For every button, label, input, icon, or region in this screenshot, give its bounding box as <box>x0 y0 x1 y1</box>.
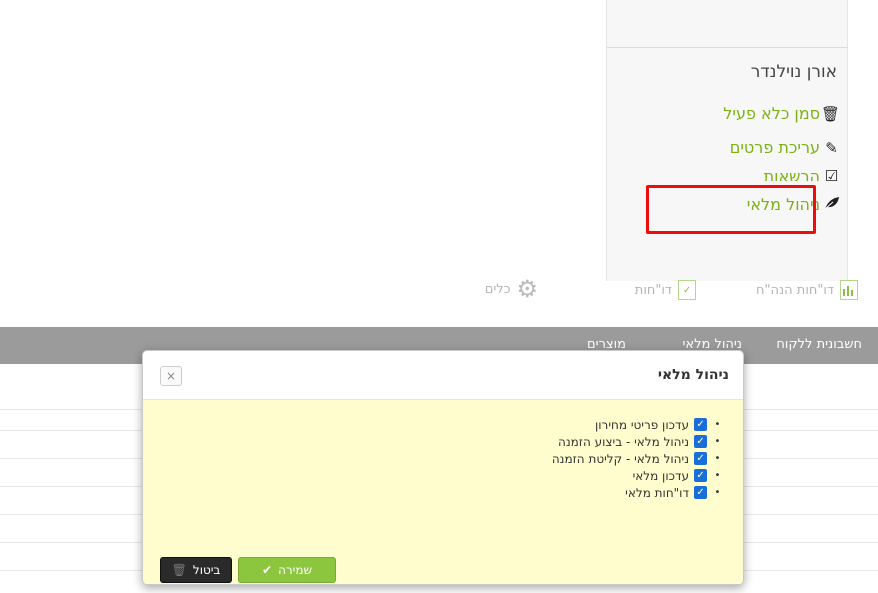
permission-checkbox[interactable]: ✓ <box>694 435 707 448</box>
list-item: • ✓ עדכון פריטי מחירון <box>552 416 723 433</box>
permission-checkbox[interactable]: ✓ <box>694 418 707 431</box>
checkmark-icon: ✔ <box>262 563 273 577</box>
save-button[interactable]: שמירה ✔ <box>238 557 336 583</box>
cancel-button[interactable]: ביטול 🗑 <box>160 557 232 583</box>
permission-checkbox[interactable]: ✓ <box>694 486 707 499</box>
menu-item-permissions[interactable]: ☑ הרשאות <box>764 167 840 181</box>
bullet-icon: • <box>714 436 721 447</box>
check-doc-icon: ✓ <box>678 280 696 300</box>
close-icon: × <box>165 369 177 383</box>
list-item: • ✓ ניהול מלאי - ביצוע הזמנה <box>552 433 723 450</box>
bullet-icon: • <box>714 487 721 498</box>
trash-icon: 🗑 <box>171 563 187 577</box>
checkbox-edit-icon: ☑ <box>824 167 839 181</box>
inventory-permissions-modal: ניהול מלאי × • ✓ עדכון פריטי מחירון • ✓ … <box>142 350 744 585</box>
menu-item-edit-details[interactable]: ✎ עריכת פרטים <box>730 138 840 157</box>
permission-label: ניהול מלאי - ביצוע הזמנה <box>558 434 689 449</box>
bar-chart-icon <box>840 280 858 300</box>
save-label: שמירה <box>278 563 313 577</box>
nav-item-customer-invoice[interactable]: חשבונית ללקוח <box>776 337 862 352</box>
permission-label: ניהול מלאי - קליטת הזמנה <box>551 451 689 466</box>
toolbar-tools[interactable]: ⚙ כלים <box>484 275 538 303</box>
toolbar-label: דו"חות הנה"ח <box>756 282 834 298</box>
toolbar-label: דו"חות <box>634 282 672 298</box>
menu-item-label: עריכת פרטים <box>729 138 820 157</box>
list-item: • ✓ עדכון מלאי <box>552 467 723 484</box>
list-item: • ✓ דו"חות מלאי <box>552 484 723 501</box>
leaf-icon <box>823 196 840 214</box>
edit-icon: ✎ <box>825 138 838 157</box>
user-name: אורן נוילנדר <box>750 62 837 82</box>
menu-item-mark-inactive[interactable]: 🗑 סמן כלא פעיל <box>723 104 840 123</box>
permission-checkbox[interactable]: ✓ <box>694 469 707 482</box>
bullet-icon: • <box>714 470 721 481</box>
modal-body: • ✓ עדכון פריטי מחירון • ✓ ניהול מלאי - … <box>143 400 743 584</box>
permission-label: עדכון מלאי <box>632 468 689 483</box>
menu-item-label: הרשאות <box>763 167 820 181</box>
menu-item-label: סמן כלא פעיל <box>723 104 820 123</box>
cancel-label: ביטול <box>192 563 221 577</box>
modal-title: ניהול מלאי <box>657 367 729 383</box>
list-item: • ✓ ניהול מלאי - קליטת הזמנה <box>552 450 723 467</box>
toolbar-reports[interactable]: ✓ דו"חות <box>635 280 696 300</box>
highlight-box <box>646 185 816 234</box>
toolbar-accounting-reports[interactable]: דו"חות הנה"ח <box>756 280 858 300</box>
bullet-icon: • <box>714 419 721 430</box>
permission-label: עדכון פריטי מחירון <box>595 417 689 432</box>
bullet-icon: • <box>714 453 721 464</box>
permission-checkbox[interactable]: ✓ <box>694 452 707 465</box>
panel-divider <box>607 47 847 48</box>
toolbar: דו"חות הנה"ח ✓ דו"חות ⚙ כלים <box>0 275 878 310</box>
toolbar-label: כלים <box>484 281 511 297</box>
gear-icon: ⚙ <box>516 275 538 303</box>
close-button[interactable]: × <box>160 366 182 386</box>
permission-label: דו"חות מלאי <box>625 485 689 500</box>
modal-header: ניהול מלאי × <box>143 351 743 400</box>
permission-list: • ✓ עדכון פריטי מחירון • ✓ ניהול מלאי - … <box>552 416 723 501</box>
trash-icon: 🗑 <box>820 104 840 123</box>
